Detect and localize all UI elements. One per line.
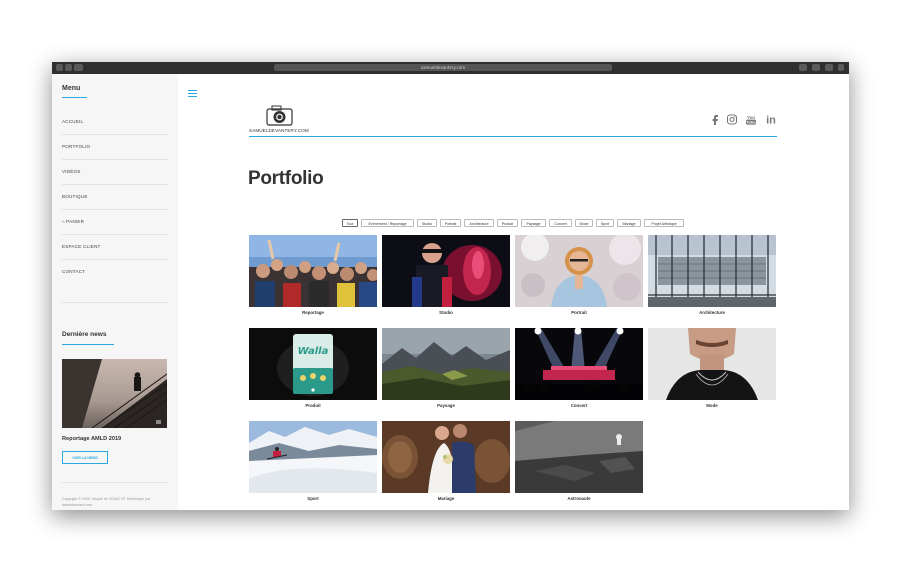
sidebar-item-panier[interactable]: ⤷ PANIER bbox=[62, 209, 168, 235]
filter-sport[interactable]: Sport bbox=[596, 219, 614, 227]
gallery-item-mariage[interactable] bbox=[382, 421, 510, 493]
news-title-underline bbox=[62, 344, 114, 345]
menu-title: Menu bbox=[62, 85, 81, 92]
copyright-text: Copyright © 2020. Inspiré de VISALI LP. … bbox=[62, 497, 151, 507]
gallery-item-produit[interactable]: Walla bbox=[249, 328, 377, 400]
gallery-item-architecture[interactable] bbox=[648, 235, 776, 307]
gallery-label-mode[interactable]: Mode bbox=[648, 403, 776, 408]
svg-text:Tube: Tube bbox=[746, 120, 756, 125]
filter-evenement-reportage[interactable]: Evénement / Reportage bbox=[361, 219, 414, 227]
sidebar-item-boutique[interactable]: BOUTIQUE bbox=[62, 184, 168, 210]
filter-paysage[interactable]: Paysage bbox=[521, 219, 546, 227]
filter-tout[interactable]: Tout bbox=[342, 219, 358, 227]
gallery-item-studio[interactable] bbox=[382, 235, 510, 307]
back-button[interactable] bbox=[56, 64, 63, 71]
address-bar[interactable]: samueldevantery.com bbox=[274, 64, 612, 71]
cart-icon: ⤷ bbox=[62, 219, 65, 224]
gallery-item-concert[interactable] bbox=[515, 328, 643, 400]
gallery-label-sport[interactable]: Sport bbox=[249, 496, 377, 501]
filter-produit[interactable]: Produit bbox=[497, 219, 518, 227]
sidebar-item-accueil[interactable]: ACCUEIL bbox=[62, 109, 168, 135]
browser-toolbar: samueldevantery.com bbox=[52, 62, 849, 74]
filter-studio[interactable]: Studio bbox=[417, 219, 437, 227]
gallery-label-astronaute[interactable]: Astronaute bbox=[515, 496, 643, 501]
svg-text:in: in bbox=[766, 115, 776, 126]
sidebar-item-videos[interactable]: VIDÉOS bbox=[62, 159, 168, 185]
add-tab-button[interactable] bbox=[838, 64, 844, 71]
filter-mode[interactable]: Mode bbox=[575, 219, 593, 227]
gallery-item-portrait[interactable] bbox=[515, 235, 643, 307]
share-button[interactable] bbox=[812, 64, 820, 71]
filter-concert[interactable]: Concert bbox=[549, 219, 572, 227]
logo-text: SAMUELDEVANTERY.COM bbox=[249, 128, 309, 133]
site-logo[interactable]: SAMUELDEVANTERY.COM bbox=[249, 104, 311, 136]
browser-window: samueldevantery.com Menu ACCUEIL PORTFOL… bbox=[52, 62, 849, 510]
see-news-button[interactable]: VOIR LA NEWS bbox=[62, 451, 108, 464]
news-caption[interactable]: Reportage AMLD 2019 bbox=[62, 436, 121, 442]
gallery-label-reportage[interactable]: Reportage bbox=[249, 310, 377, 315]
gallery-item-reportage[interactable] bbox=[249, 235, 377, 307]
facebook-icon[interactable] bbox=[709, 112, 721, 125]
forward-button[interactable] bbox=[65, 64, 72, 71]
sidebar-item-contact[interactable]: CONTACT bbox=[62, 259, 168, 284]
sidebar-divider bbox=[62, 302, 168, 303]
gallery-label-studio[interactable]: Studio bbox=[382, 310, 510, 315]
gallery-label-portrait[interactable]: Portrait bbox=[515, 310, 643, 315]
gallery-label-mariage[interactable]: Mariage bbox=[382, 496, 510, 501]
news-section-title: Dernière news bbox=[62, 331, 107, 338]
linkedin-icon[interactable]: in bbox=[765, 112, 777, 127]
gallery-item-paysage[interactable] bbox=[382, 328, 510, 400]
gallery-item-sport[interactable] bbox=[249, 421, 377, 493]
youtube-icon[interactable]: You Tube bbox=[745, 112, 757, 125]
header-divider bbox=[249, 136, 777, 137]
filter-architecture[interactable]: Architecture bbox=[464, 219, 494, 227]
hamburger-menu-icon[interactable] bbox=[188, 90, 197, 97]
instagram-icon[interactable] bbox=[726, 112, 738, 125]
filter-portrait[interactable]: Portrait bbox=[440, 219, 461, 227]
gallery-label-concert[interactable]: Concert bbox=[515, 403, 643, 408]
product-label-text: Walla bbox=[298, 346, 329, 357]
sidebar-divider-bottom bbox=[62, 482, 168, 483]
filter-mariage[interactable]: Mariage bbox=[617, 219, 641, 227]
gallery-item-astronaute[interactable] bbox=[515, 421, 643, 493]
page-title: Portfolio bbox=[248, 168, 324, 189]
menu-title-underline bbox=[62, 97, 87, 98]
sidebar: Menu ACCUEIL PORTFOLIO VIDÉOS BOUTIQUE ⤷… bbox=[52, 74, 178, 510]
sidebar-item-panier-label: PANIER bbox=[66, 219, 85, 224]
sidebar-item-espace-client[interactable]: ESPACE CLIENT bbox=[62, 234, 168, 260]
news-image[interactable] bbox=[62, 359, 167, 428]
sidebar-item-portfolio[interactable]: PORTFOLIO bbox=[62, 134, 168, 160]
tabs-button[interactable] bbox=[825, 64, 833, 71]
gallery-label-produit[interactable]: Produit bbox=[249, 403, 377, 408]
gallery-label-paysage[interactable]: Paysage bbox=[382, 403, 510, 408]
filter-projet-artistique[interactable]: Projet Artistique bbox=[644, 219, 684, 227]
gallery-label-architecture[interactable]: Architecture bbox=[648, 310, 776, 315]
gallery-item-mode[interactable] bbox=[648, 328, 776, 400]
camera-logo-icon bbox=[266, 105, 293, 126]
sidebar-toggle-button[interactable] bbox=[74, 64, 83, 71]
download-button[interactable] bbox=[799, 64, 807, 71]
